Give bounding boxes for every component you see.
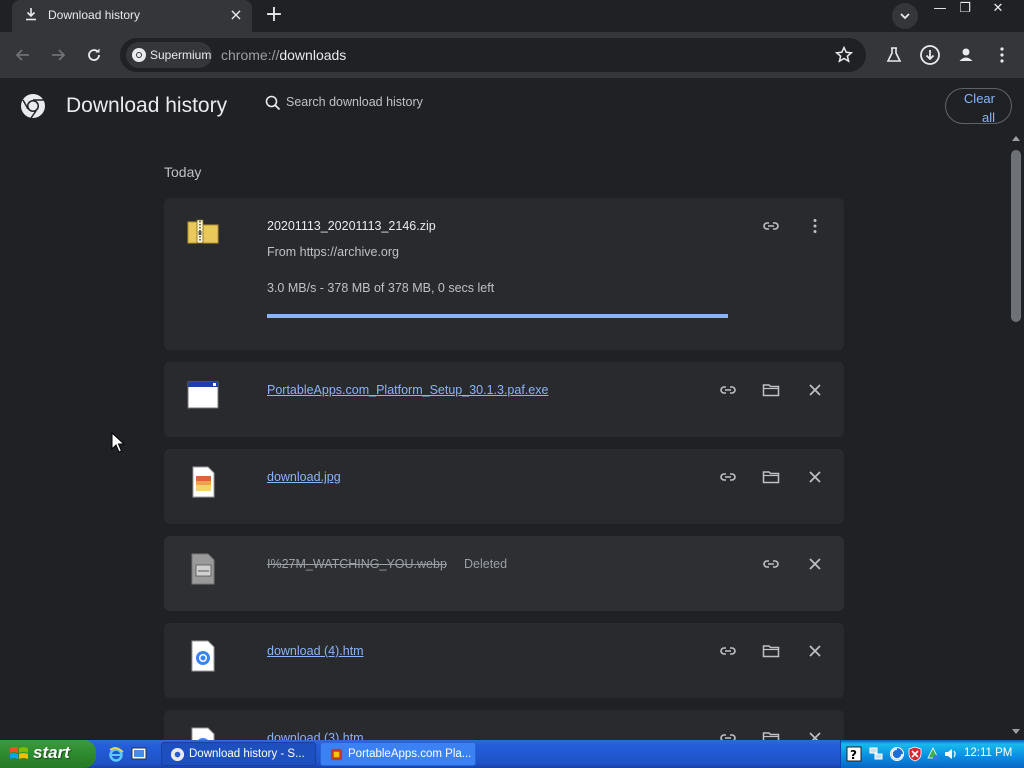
download-item-deleted: I%27M_WATCHING_YOU.webp Deleted [164, 536, 844, 611]
scroll-down-arrow-icon[interactable] [1012, 729, 1020, 734]
zip-icon [186, 215, 220, 249]
download-item: download.jpg [164, 449, 844, 524]
page-header: Download history Clearall [0, 78, 1024, 134]
minimize-button[interactable]: — [928, 2, 952, 18]
update-icon[interactable] [925, 746, 941, 762]
show-in-folder-icon[interactable] [761, 467, 781, 487]
forward-button[interactable] [43, 40, 73, 70]
remove-icon[interactable] [805, 467, 825, 487]
remove-icon[interactable] [805, 554, 825, 574]
copy-link-icon[interactable] [718, 380, 738, 400]
show-in-folder-icon[interactable] [761, 380, 781, 400]
download-item: download (3).htm [164, 710, 844, 740]
downloads-list: Today 20201113_20201113_2146.zip From ht… [0, 134, 1008, 740]
copy-link-icon[interactable] [761, 554, 781, 574]
mouse-cursor-icon [111, 431, 126, 454]
date-section-label: Today [164, 164, 202, 180]
scrollbar-thumb[interactable] [1011, 150, 1021, 322]
more-actions-icon[interactable] [805, 216, 825, 236]
taskbar-task-portableapps[interactable]: PortableApps.com Pla... [320, 742, 476, 766]
tab-strip: Download history × + — ❐ ✕ [0, 0, 1024, 32]
show-desktop-icon[interactable] [131, 746, 147, 762]
download-item: PortableApps.com_Platform_Setup_30.1.3.p… [164, 362, 844, 437]
copy-link-icon[interactable] [761, 216, 781, 236]
window-close-button[interactable]: ✕ [986, 2, 1010, 18]
labs-flask-icon[interactable] [880, 41, 908, 69]
reload-icon [88, 48, 100, 61]
tab-download-history[interactable]: Download history × [12, 0, 252, 32]
reload-button[interactable] [79, 40, 109, 70]
network-icon[interactable] [868, 746, 884, 762]
file-name: 20201113_20201113_2146.zip [267, 219, 436, 233]
clock: 12:11 PM [964, 747, 1013, 759]
internet-explorer-icon[interactable] [108, 746, 124, 762]
chrome-htm-icon [186, 639, 220, 673]
file-name-link[interactable]: download.jpg [267, 470, 341, 484]
download-item: download (4).htm [164, 623, 844, 698]
tab-search-button[interactable] [892, 3, 918, 29]
help-icon[interactable]: ? [846, 746, 862, 762]
remove-icon[interactable] [805, 380, 825, 400]
browser-window: Download history × + — ❐ ✕ Supermium chr… [0, 0, 1024, 740]
scroll-up-arrow-icon[interactable] [1012, 136, 1020, 141]
taskbar: start Download history - S... PortableAp… [0, 740, 1024, 768]
windows-logo-icon [10, 747, 28, 759]
omnibox[interactable]: Supermium chrome://downloads [120, 38, 866, 72]
chrome-logo-icon [20, 93, 46, 119]
search-box[interactable] [256, 84, 940, 124]
start-button[interactable]: start [0, 740, 96, 768]
search-input[interactable] [286, 95, 886, 109]
volume-icon[interactable] [943, 746, 959, 762]
profile-avatar-icon[interactable] [952, 41, 980, 69]
supermium-logo-icon [132, 48, 146, 62]
webp-file-icon [186, 552, 220, 586]
download-icon [24, 7, 40, 23]
more-menu-icon[interactable] [988, 41, 1016, 69]
back-button[interactable] [8, 40, 38, 70]
close-tab-icon[interactable]: × [227, 6, 245, 24]
search-icon [264, 94, 282, 112]
deleted-status-label: Deleted [464, 557, 508, 571]
remove-icon[interactable] [805, 728, 825, 740]
download-status: 3.0 MB/s - 378 MB of 378 MB, 0 secs left [267, 281, 495, 295]
site-info-chip[interactable]: Supermium [126, 42, 212, 68]
supermium-logo-icon [170, 747, 185, 762]
clear-all-button[interactable]: Clear all [945, 88, 1012, 125]
page-title: Download history [66, 94, 228, 117]
progress-bar-fill [267, 314, 728, 318]
file-name-deleted: I%27M_WATCHING_YOU.webp [267, 557, 447, 571]
show-in-folder-icon[interactable] [761, 641, 781, 661]
copy-link-icon[interactable] [718, 728, 738, 740]
browser-tray-icon[interactable] [889, 746, 905, 762]
file-name-link[interactable]: PortableApps.com_Platform_Setup_30.1.3.p… [267, 383, 548, 397]
progress-bar [267, 314, 728, 318]
restore-button[interactable]: ❐ [953, 2, 977, 18]
copy-link-icon[interactable] [718, 641, 738, 661]
portableapps-icon [330, 748, 343, 761]
forward-arrow-icon [52, 49, 66, 61]
system-tray: ? 12:11 PM [840, 740, 1024, 768]
jpg-image-icon [186, 465, 220, 499]
file-name-link[interactable]: download (3).htm [267, 731, 364, 740]
downloads-button-icon[interactable] [916, 41, 944, 69]
security-shield-icon[interactable] [907, 746, 923, 762]
taskbar-task-browser[interactable]: Download history - S... [161, 742, 316, 766]
back-arrow-icon [15, 49, 29, 61]
download-item: 20201113_20201113_2146.zip From https://… [164, 198, 844, 350]
remove-icon[interactable] [805, 641, 825, 661]
file-source-url: From https://archive.org [267, 245, 399, 259]
vertical-scrollbar[interactable] [1008, 134, 1024, 740]
new-tab-button[interactable]: + [262, 4, 286, 28]
bookmark-star-icon[interactable] [834, 45, 854, 65]
chrome-htm-icon [186, 726, 220, 740]
tab-title: Download history [48, 8, 141, 22]
show-in-folder-icon[interactable] [761, 728, 781, 740]
chevron-down-icon [900, 13, 910, 20]
copy-link-icon[interactable] [718, 467, 738, 487]
exe-window-icon [186, 378, 220, 412]
file-name-link[interactable]: download (4).htm [267, 644, 364, 658]
svg-text:?: ? [850, 748, 857, 762]
toolbar: Supermium chrome://downloads [0, 32, 1024, 78]
url-text[interactable]: chrome://downloads [221, 47, 346, 63]
